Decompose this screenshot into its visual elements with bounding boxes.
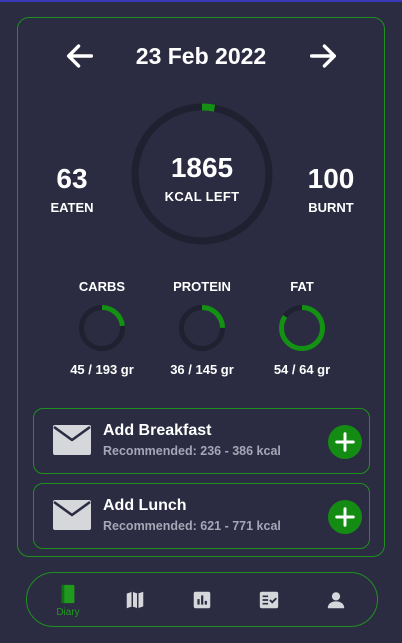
fat-ring [279, 305, 325, 351]
meal-title: Add Breakfast [103, 422, 212, 439]
envelope-icon [53, 500, 91, 530]
nav-item-profile[interactable] [312, 579, 360, 621]
plus-icon [335, 432, 355, 452]
kcal-left-label: KCAL LEFT [164, 189, 240, 204]
nav-item-map[interactable] [111, 579, 159, 621]
next-day-button[interactable] [303, 36, 343, 76]
diary-icon [61, 584, 75, 603]
nav-item-stats[interactable] [178, 579, 226, 621]
protein-label: PROTEIN [173, 279, 231, 294]
protein-value: 36 / 145 gr [170, 362, 234, 377]
eaten-value: 63 [56, 163, 88, 194]
checklist-icon [259, 591, 279, 609]
top-accent-line [0, 0, 402, 2]
add-breakfast-card[interactable]: Add Breakfast Recommended: 236 - 386 kca… [33, 408, 370, 474]
meal-recommended: Recommended: 236 - 386 kcal [103, 444, 281, 458]
fat-value: 54 / 64 gr [273, 362, 331, 377]
burnt-value: 100 [307, 163, 355, 194]
eaten-label: EATEN [50, 200, 94, 215]
protein-ring [179, 305, 225, 351]
current-date: 23 Feb 2022 [135, 43, 267, 69]
meal-recommended: Recommended: 621 - 771 kcal [103, 519, 281, 533]
bottom-nav: Diary [26, 572, 378, 627]
profile-icon [327, 592, 345, 609]
arrow-left-icon [66, 44, 94, 68]
nav-item-label: Diary [56, 606, 80, 618]
add-lunch-button[interactable] [328, 500, 362, 534]
nav-item-diary[interactable]: Diary [44, 579, 92, 621]
add-lunch-card[interactable]: Add Lunch Recommended: 621 - 771 kcal [33, 483, 370, 549]
fat-label: FAT [290, 279, 314, 294]
nav-item-checklist[interactable] [245, 579, 293, 621]
kcal-left-value: 1865 [170, 152, 234, 183]
carbs-value: 45 / 193 gr [70, 362, 134, 377]
meal-title: Add Lunch [103, 497, 187, 514]
burnt-label: BURNT [308, 200, 354, 215]
arrow-right-icon [309, 44, 337, 68]
stats-icon [193, 591, 211, 609]
prev-day-button[interactable] [60, 36, 100, 76]
carbs-label: CARBS [78, 279, 126, 294]
add-breakfast-button[interactable] [328, 425, 362, 459]
map-icon [126, 591, 144, 609]
carbs-ring [79, 305, 125, 351]
envelope-icon [53, 425, 91, 455]
plus-icon [335, 507, 355, 527]
